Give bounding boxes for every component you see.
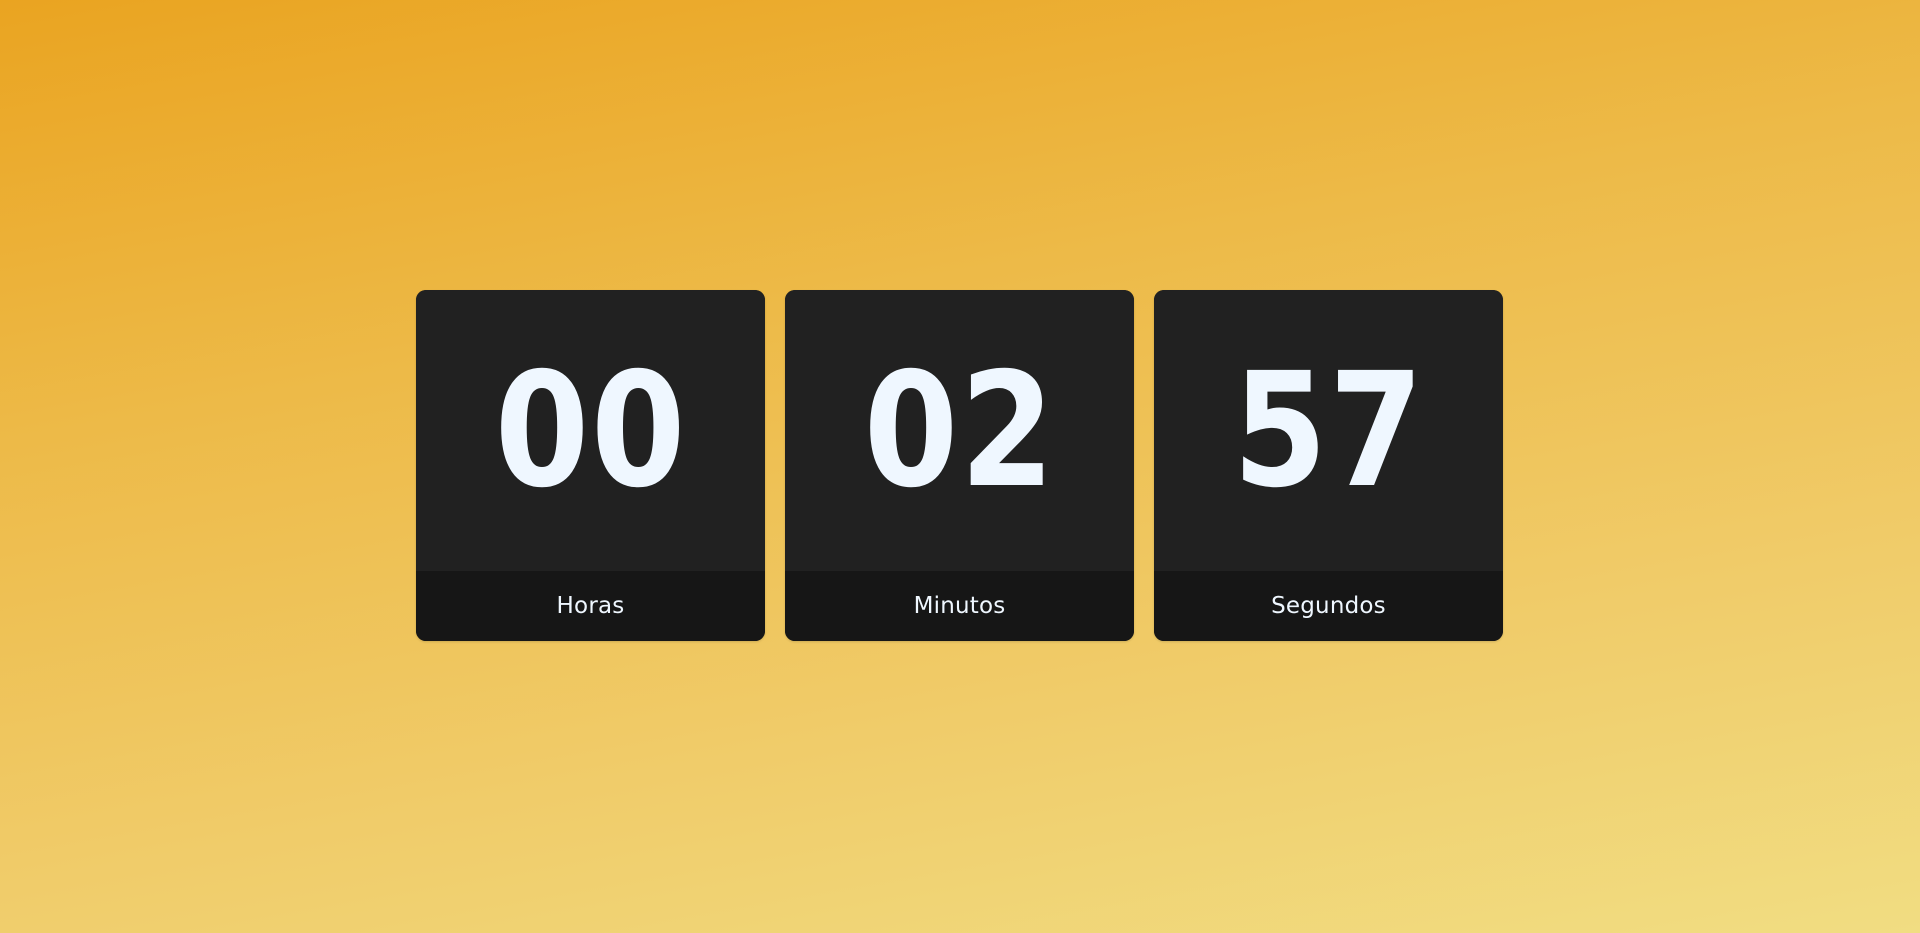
seconds-label: Segundos [1271, 593, 1386, 619]
seconds-card: 57 Segundos [1154, 290, 1503, 641]
hours-label-panel: Horas [416, 571, 765, 641]
hours-value-panel: 00 [416, 290, 765, 571]
countdown-timer: 00 Horas 02 Minutos 57 Segundos [416, 290, 1503, 641]
minutes-value-panel: 02 [785, 290, 1134, 571]
minutes-label: Minutos [913, 593, 1006, 619]
seconds-label-panel: Segundos [1154, 571, 1503, 641]
minutes-label-panel: Minutos [785, 571, 1134, 641]
hours-label: Horas [556, 593, 625, 619]
minutes-card: 02 Minutos [785, 290, 1134, 641]
hours-card: 00 Horas [416, 290, 765, 641]
seconds-value: 57 [1232, 338, 1425, 523]
minutes-value: 02 [863, 338, 1056, 523]
hours-value: 00 [494, 338, 687, 523]
seconds-value-panel: 57 [1154, 290, 1503, 571]
